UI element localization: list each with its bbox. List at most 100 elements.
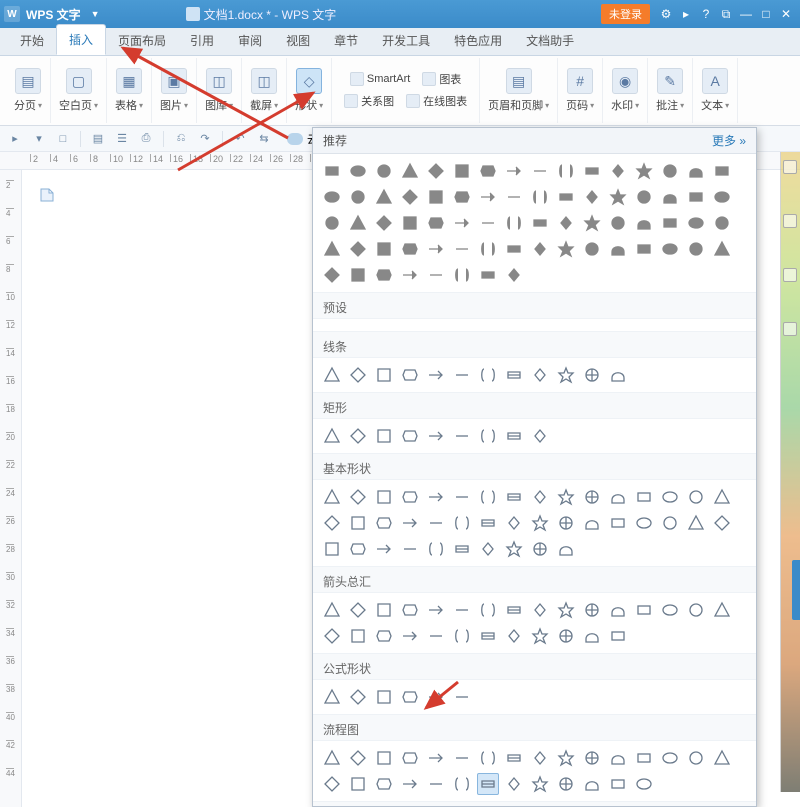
close-button[interactable]: ✕ xyxy=(776,4,796,24)
shape-item[interactable] xyxy=(529,747,551,769)
side-icon[interactable] xyxy=(783,268,797,282)
shape-item[interactable] xyxy=(477,364,499,386)
shape-item[interactable] xyxy=(503,160,525,182)
shape-item[interactable] xyxy=(347,212,369,234)
shape-item[interactable] xyxy=(685,486,707,508)
shape-item[interactable] xyxy=(321,238,343,260)
shape-item[interactable] xyxy=(425,364,447,386)
ribbon-group-图库[interactable]: ◫图库▾ xyxy=(197,58,242,123)
qat-button-4[interactable]: ☰ xyxy=(113,130,131,148)
shape-item[interactable] xyxy=(399,686,421,708)
shape-item[interactable] xyxy=(529,186,551,208)
tab-9[interactable]: 文档助手 xyxy=(514,26,586,55)
ribbon-mini-在线图表[interactable]: 在线图表 xyxy=(402,91,471,111)
shape-item[interactable] xyxy=(711,186,733,208)
minimize-button[interactable]: — xyxy=(736,4,756,24)
qat-button-3[interactable]: ▤ xyxy=(89,130,107,148)
shape-item[interactable] xyxy=(399,364,421,386)
shape-item[interactable] xyxy=(685,512,707,534)
shape-item[interactable] xyxy=(451,364,473,386)
shape-item[interactable] xyxy=(373,625,395,647)
qat-button-8[interactable]: ↶ xyxy=(231,130,249,148)
ribbon-group-分页[interactable]: ▤分页▾ xyxy=(6,58,51,123)
shape-item[interactable] xyxy=(633,512,655,534)
shape-item[interactable] xyxy=(685,747,707,769)
shape-item[interactable] xyxy=(321,212,343,234)
shape-item[interactable] xyxy=(451,186,473,208)
shape-item[interactable] xyxy=(373,599,395,621)
shape-item[interactable] xyxy=(477,773,499,795)
shape-item[interactable] xyxy=(633,238,655,260)
shape-item[interactable] xyxy=(659,160,681,182)
tab-8[interactable]: 特色应用 xyxy=(442,26,514,55)
shape-item[interactable] xyxy=(399,425,421,447)
shape-item[interactable] xyxy=(529,364,551,386)
ribbon-group-页眉和页脚[interactable]: ▤页眉和页脚▾ xyxy=(480,58,558,123)
shape-item[interactable] xyxy=(607,364,629,386)
shape-item[interactable] xyxy=(451,512,473,534)
shape-item[interactable] xyxy=(451,160,473,182)
shape-item[interactable] xyxy=(633,747,655,769)
tab-7[interactable]: 开发工具 xyxy=(370,26,442,55)
shape-item[interactable] xyxy=(607,512,629,534)
shape-item[interactable] xyxy=(451,425,473,447)
shape-item[interactable] xyxy=(555,212,577,234)
shape-item[interactable] xyxy=(347,186,369,208)
tab-6[interactable]: 章节 xyxy=(322,26,370,55)
shape-item[interactable] xyxy=(477,160,499,182)
shape-item[interactable] xyxy=(451,538,473,560)
shape-item[interactable] xyxy=(373,186,395,208)
shape-item[interactable] xyxy=(659,512,681,534)
shape-item[interactable] xyxy=(347,599,369,621)
shape-item[interactable] xyxy=(659,747,681,769)
shape-item[interactable] xyxy=(503,625,525,647)
ribbon-group-水印[interactable]: ◉水印▾ xyxy=(603,58,648,123)
tab-4[interactable]: 审阅 xyxy=(226,26,274,55)
shape-item[interactable] xyxy=(451,625,473,647)
shape-item[interactable] xyxy=(347,747,369,769)
shape-item[interactable] xyxy=(659,186,681,208)
shape-item[interactable] xyxy=(529,238,551,260)
shape-item[interactable] xyxy=(321,160,343,182)
shape-item[interactable] xyxy=(581,160,603,182)
qat-button-9[interactable]: ⇆ xyxy=(255,130,273,148)
tab-1[interactable]: 插入 xyxy=(56,24,106,55)
shape-item[interactable] xyxy=(399,238,421,260)
shape-item[interactable] xyxy=(399,186,421,208)
shape-item[interactable] xyxy=(711,512,733,534)
shape-item[interactable] xyxy=(347,486,369,508)
tab-2[interactable]: 页面布局 xyxy=(106,26,178,55)
shape-item[interactable] xyxy=(425,625,447,647)
shape-item[interactable] xyxy=(373,486,395,508)
qat-button-1[interactable]: ▾ xyxy=(30,130,48,148)
shape-item[interactable] xyxy=(659,238,681,260)
qat-button-5[interactable]: ⎙ xyxy=(137,130,155,148)
ribbon-group-表格[interactable]: ▦表格▾ xyxy=(107,58,152,123)
shape-item[interactable] xyxy=(451,212,473,234)
shape-item[interactable] xyxy=(607,773,629,795)
shape-item[interactable] xyxy=(503,599,525,621)
shape-item[interactable] xyxy=(321,747,343,769)
side-icon[interactable] xyxy=(783,160,797,174)
side-icon[interactable] xyxy=(783,214,797,228)
ribbon-mini-SmartArt[interactable]: SmartArt xyxy=(346,69,414,89)
shape-item[interactable] xyxy=(477,486,499,508)
shape-item[interactable] xyxy=(529,425,551,447)
shape-item[interactable] xyxy=(503,364,525,386)
shape-item[interactable] xyxy=(711,238,733,260)
shape-item[interactable] xyxy=(607,625,629,647)
shape-item[interactable] xyxy=(425,486,447,508)
shape-item[interactable] xyxy=(581,186,603,208)
shape-item[interactable] xyxy=(555,599,577,621)
shape-item[interactable] xyxy=(451,238,473,260)
shape-item[interactable] xyxy=(529,160,551,182)
shape-item[interactable] xyxy=(581,773,603,795)
ribbon-group-批注[interactable]: ✎批注▾ xyxy=(648,58,693,123)
shape-item[interactable] xyxy=(659,486,681,508)
shape-item[interactable] xyxy=(425,212,447,234)
shape-item[interactable] xyxy=(529,538,551,560)
shape-item[interactable] xyxy=(321,538,343,560)
shape-item[interactable] xyxy=(607,212,629,234)
shape-item[interactable] xyxy=(581,486,603,508)
shape-item[interactable] xyxy=(477,425,499,447)
